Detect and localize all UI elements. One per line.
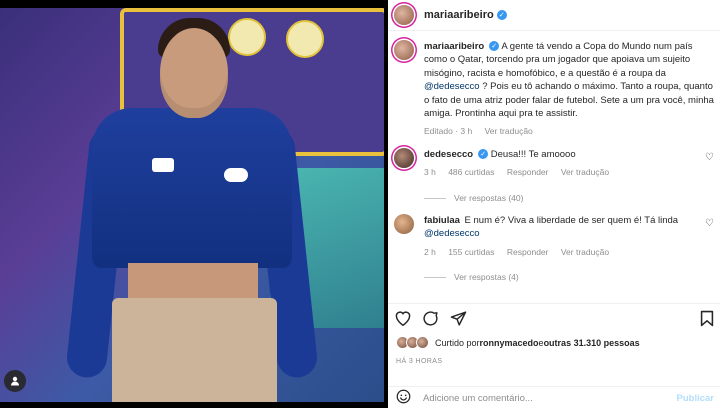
comment-username[interactable]: fabiulaa <box>424 215 460 226</box>
comment-body: fabiulaa E num é? Viva a liberdade de se… <box>424 214 714 285</box>
author-avatar[interactable] <box>394 40 414 60</box>
comment: fabiulaa E num é? Viva a liberdade de se… <box>394 214 714 285</box>
comments-list: mariaaribeiro ✓ A gente tá vendo a Copa d… <box>388 30 720 300</box>
comment-mention[interactable]: @dedesecco <box>424 228 480 239</box>
caption-edited: Editado · 3 h <box>424 126 473 137</box>
see-translation-link[interactable]: Ver tradução <box>485 126 533 136</box>
heart-icon[interactable]: ♡ <box>705 152 714 163</box>
comment: dedesecco ✓ Deusa!!! Te amoooo 3 h 486 cu… <box>394 148 714 205</box>
view-replies-label: Ver respostas (40) <box>454 192 524 203</box>
caption-mention[interactable]: @dedesecco <box>424 81 480 92</box>
reply-button[interactable]: Responder <box>507 167 549 177</box>
liker-avatar <box>416 336 429 349</box>
bookmark-icon[interactable] <box>700 310 714 332</box>
likes-summary: Curtido por ronnymacedo e outras 31.310 … <box>396 336 640 349</box>
person-shirt <box>92 108 292 268</box>
post-image-container <box>0 0 388 408</box>
likes-others[interactable]: outras 31.310 pessoas <box>544 338 640 348</box>
add-comment-bar: Publicar <box>388 386 720 409</box>
likes-prefix: Curtido por <box>435 337 480 348</box>
divider <box>424 198 446 200</box>
verified-badge-icon: ✓ <box>489 41 500 52</box>
comment-likes[interactable]: 155 curtidas <box>448 247 494 257</box>
smiley-icon[interactable] <box>396 389 411 407</box>
publish-button[interactable]: Publicar <box>677 393 715 404</box>
comment-time: 2 h <box>424 246 436 257</box>
action-bar <box>388 303 720 332</box>
comment-text: Deusa!!! Te amoooo <box>490 149 576 160</box>
author-avatar[interactable] <box>394 5 414 25</box>
caption-meta: Editado · 3 h Ver tradução <box>424 125 714 138</box>
commenter-avatar[interactable] <box>394 148 414 168</box>
heart-icon[interactable] <box>394 310 412 331</box>
soccer-ball-graphic <box>286 20 324 58</box>
verified-badge-icon: ✓ <box>478 149 489 160</box>
soccer-ball-graphic <box>228 18 266 56</box>
comment-time: 3 h <box>424 167 436 178</box>
person-icon[interactable] <box>4 370 26 392</box>
verified-badge-icon: ✓ <box>496 10 507 20</box>
comment-username[interactable]: dedesecco <box>424 149 473 160</box>
divider <box>424 277 446 279</box>
likes-user[interactable]: ronnymacedo <box>480 338 539 348</box>
share-icon[interactable] <box>450 310 467 332</box>
author-username[interactable]: mariaaribeiro <box>424 9 494 21</box>
post-timestamp[interactable]: HÁ 3 HORAS <box>396 358 442 365</box>
shirt-logo <box>224 168 248 182</box>
reply-button[interactable]: Responder <box>507 247 549 257</box>
caption: mariaaribeiro ✓ A gente tá vendo a Copa d… <box>394 40 714 139</box>
caption-body: mariaaribeiro ✓ A gente tá vendo a Copa d… <box>424 40 714 139</box>
view-replies[interactable]: Ver respostas (4) <box>424 271 714 284</box>
post-side-panel: mariaaribeiro ✓ mariaaribeiro ✓ A gente t… <box>388 0 720 408</box>
comment-likes[interactable]: 486 curtidas <box>448 167 494 177</box>
comment-body: dedesecco ✓ Deusa!!! Te amoooo 3 h 486 cu… <box>424 148 714 205</box>
see-translation-link[interactable]: Ver tradução <box>561 167 609 177</box>
view-replies[interactable]: Ver respostas (40) <box>424 192 714 205</box>
view-replies-label: Ver respostas (4) <box>454 272 519 283</box>
post-photo[interactable] <box>0 8 384 402</box>
heart-icon[interactable]: ♡ <box>705 218 714 229</box>
see-translation-link[interactable]: Ver tradução <box>561 247 609 257</box>
comment-icon[interactable] <box>422 310 439 332</box>
shirt-logo <box>152 158 174 172</box>
person-head <box>160 28 228 118</box>
comment-input[interactable] <box>421 391 665 405</box>
person-pants <box>112 298 277 402</box>
commenter-avatar[interactable] <box>394 214 414 234</box>
post-header: mariaaribeiro ✓ <box>388 0 720 31</box>
caption-username[interactable]: mariaaribeiro <box>424 41 484 52</box>
comment-meta: 3 h 486 curtidas Responder Ver tradução <box>424 166 714 179</box>
comment-meta: 2 h 155 curtidas Responder Ver tradução <box>424 246 714 259</box>
comment-text: E num é? Viva a liberdade de ser quem é!… <box>464 215 679 226</box>
